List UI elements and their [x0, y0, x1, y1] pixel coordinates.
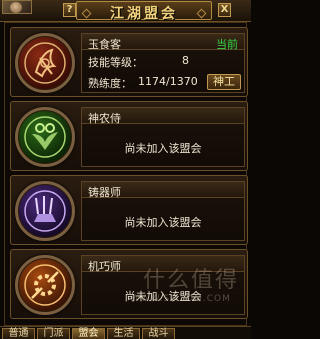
help-button[interactable]: ?: [63, 3, 76, 17]
profession-info-panel: 神农侍 尚未加入该盟会: [81, 107, 245, 167]
chef-medal-icon: [15, 33, 75, 93]
watermark-url: WWW.SMZDM.COM: [131, 294, 231, 304]
watermark: 什么值得 WWW.SMZDM.COM: [121, 262, 247, 312]
herb-medal-icon: [15, 107, 75, 167]
close-button[interactable]: X: [218, 3, 231, 17]
tab-combat[interactable]: 战斗: [142, 328, 175, 339]
title-frame: 江湖盟会: [76, 1, 212, 22]
profession-header: 玉食客 当前: [82, 34, 244, 51]
profession-name: 铸器师: [88, 186, 121, 199]
skill-level-value: 8: [182, 54, 189, 67]
tab-general[interactable]: 普通: [2, 328, 35, 339]
gear-medal-icon: [15, 255, 75, 315]
proficiency-label: 熟练度：: [88, 77, 132, 90]
profession-header: 神农侍: [82, 108, 244, 125]
profession-header: 铸器师: [82, 182, 244, 199]
not-joined-text: 尚未加入该盟会: [124, 142, 202, 155]
not-joined-text: 尚未加入该盟会: [124, 216, 202, 229]
tab-sect[interactable]: 门派: [37, 328, 70, 339]
avatar[interactable]: [2, 0, 32, 14]
tab-guild[interactable]: 盟会: [72, 328, 105, 339]
profession-card-herbalist[interactable]: 神农侍 尚未加入该盟会: [10, 101, 248, 171]
watermark-text: 什么值得: [143, 268, 240, 293]
master-craft-button[interactable]: 神工: [207, 74, 241, 90]
profession-info-panel: 铸器师 尚未加入该盟会: [81, 181, 245, 241]
profession-name: 机巧师: [88, 260, 121, 273]
proficiency-value: 1174/1370: [138, 75, 198, 88]
profession-card-smith[interactable]: 铸器师 尚未加入该盟会: [10, 175, 248, 245]
forge-medal-icon: [15, 181, 75, 241]
profession-name: 玉食客: [88, 38, 121, 51]
bottom-tab-bar: 普通 门派 盟会 生活 战斗: [0, 326, 251, 339]
profession-card-chef[interactable]: 玉食客 当前 技能等级： 8 熟练度： 1174/1370 神工: [10, 27, 248, 97]
title-bar: ? 江湖盟会 X: [0, 0, 251, 22]
skill-level-label: 技能等级：: [88, 56, 143, 69]
current-status-badge: 当前: [216, 38, 238, 51]
profession-name: 神农侍: [88, 112, 121, 125]
avatar-face-icon: [10, 2, 22, 13]
tab-life[interactable]: 生活: [107, 328, 140, 339]
profession-info-panel: 玉食客 当前 技能等级： 8 熟练度： 1174/1370 神工: [81, 33, 245, 93]
page-title: 江湖盟会: [110, 6, 178, 22]
